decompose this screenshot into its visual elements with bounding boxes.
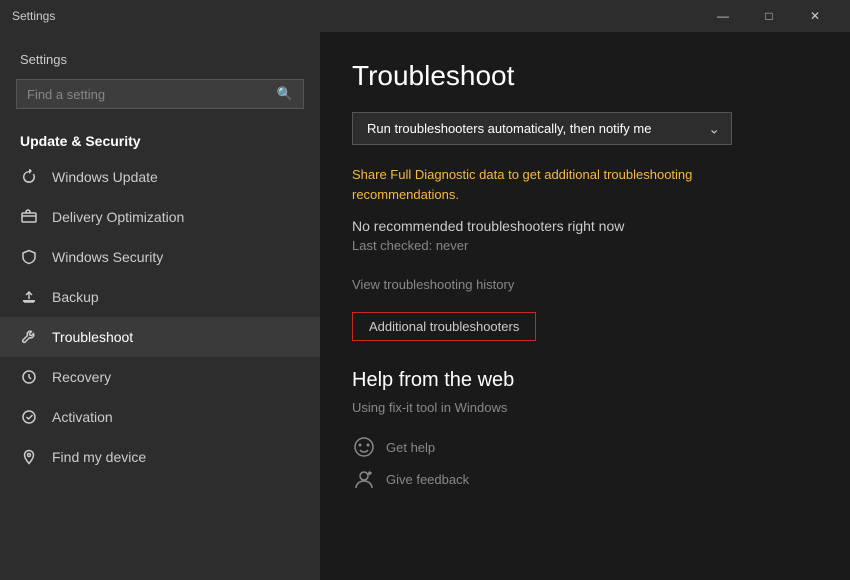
search-box: 🔍 — [16, 79, 304, 109]
additional-troubleshooters-button[interactable]: Additional troubleshooters — [352, 312, 536, 341]
activation-icon — [20, 408, 38, 426]
minimize-button[interactable]: — — [700, 0, 746, 32]
sidebar-label-activation: Activation — [52, 409, 113, 425]
view-history-link[interactable]: View troubleshooting history — [352, 277, 818, 292]
dropdown-wrapper[interactable]: Run troubleshooters automatically, then … — [352, 112, 732, 145]
page-title: Troubleshoot — [352, 60, 818, 92]
tool-icon — [20, 328, 38, 346]
diagnostic-link[interactable]: recommendations. — [352, 187, 459, 202]
sidebar-section-title: Update & Security — [0, 121, 320, 157]
help-subtitle: Using fix-it tool in Windows — [352, 400, 818, 415]
diagnostic-info: Share Full Diagnostic data to get additi… — [352, 165, 818, 204]
close-button[interactable]: ✕ — [792, 0, 838, 32]
titlebar-title: Settings — [12, 9, 700, 23]
give-feedback-link[interactable]: Give feedback — [352, 463, 818, 495]
sidebar-item-windows-update[interactable]: Windows Update — [0, 157, 320, 197]
sidebar: Settings 🔍 Update & Security Windows Upd… — [0, 32, 320, 580]
sidebar-item-find-my-device[interactable]: Find my device — [0, 437, 320, 477]
shield-icon — [20, 248, 38, 266]
sidebar-header: Settings — [0, 32, 320, 75]
get-help-icon — [352, 435, 376, 459]
give-feedback-label: Give feedback — [386, 472, 469, 487]
get-help-link[interactable]: Get help — [352, 431, 818, 463]
content-area: Troubleshoot Run troubleshooters automat… — [320, 32, 850, 580]
sidebar-item-windows-security[interactable]: Windows Security — [0, 237, 320, 277]
sidebar-label-windows-update: Windows Update — [52, 169, 158, 185]
diagnostic-text: Share Full Diagnostic data to get additi… — [352, 167, 692, 182]
find-icon — [20, 448, 38, 466]
sidebar-item-recovery[interactable]: Recovery — [0, 357, 320, 397]
sidebar-label-windows-security: Windows Security — [52, 249, 163, 265]
sidebar-label-troubleshoot: Troubleshoot — [52, 329, 133, 345]
sidebar-item-troubleshoot[interactable]: Troubleshoot — [0, 317, 320, 357]
titlebar-controls: — □ ✕ — [700, 0, 838, 32]
search-icon: 🔍 — [277, 86, 293, 102]
recovery-icon — [20, 368, 38, 386]
backup-icon — [20, 288, 38, 306]
sidebar-item-delivery-optimization[interactable]: Delivery Optimization — [0, 197, 320, 237]
refresh-icon — [20, 168, 38, 186]
sidebar-label-recovery: Recovery — [52, 369, 111, 385]
app-body: Settings 🔍 Update & Security Windows Upd… — [0, 32, 850, 580]
sidebar-item-activation[interactable]: Activation — [0, 397, 320, 437]
sidebar-label-find-my-device: Find my device — [52, 449, 146, 465]
last-checked-text: Last checked: never — [352, 238, 818, 253]
troubleshoot-mode-dropdown[interactable]: Run troubleshooters automatically, then … — [352, 112, 732, 145]
no-recommended-text: No recommended troubleshooters right now — [352, 218, 818, 234]
sidebar-label-backup: Backup — [52, 289, 99, 305]
sidebar-label-delivery-optimization: Delivery Optimization — [52, 209, 184, 225]
search-input[interactable] — [27, 87, 277, 102]
titlebar: Settings — □ ✕ — [0, 0, 850, 32]
delivery-icon — [20, 208, 38, 226]
sidebar-item-backup[interactable]: Backup — [0, 277, 320, 317]
maximize-button[interactable]: □ — [746, 0, 792, 32]
help-section-title: Help from the web — [352, 369, 818, 392]
give-feedback-icon — [352, 467, 376, 491]
dropdown-row: Run troubleshooters automatically, then … — [352, 112, 818, 145]
get-help-label: Get help — [386, 440, 435, 455]
